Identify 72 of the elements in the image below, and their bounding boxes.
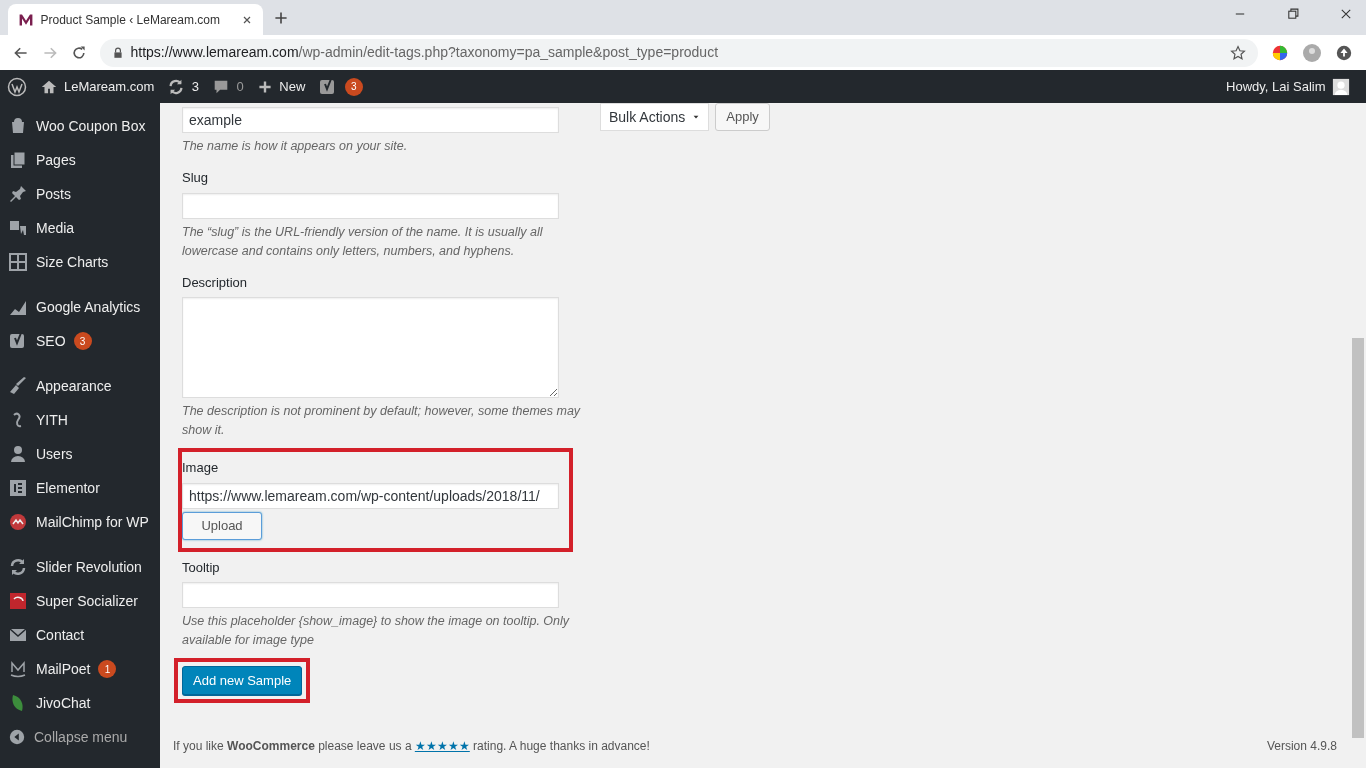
m-letter-icon [8, 659, 28, 679]
field-label: Image [182, 459, 220, 477]
help-text: Use this placeholder {show_image} to show the image on tooltip. Only available for image type [182, 613, 571, 650]
refresh-icon [8, 557, 28, 577]
footer-text: rating. A huge thanks in advance! [473, 738, 650, 755]
input-field[interactable]: https://www.lemaream.com/wp-content/uploads/2018/11/ [182, 482, 559, 509]
field-label: Description [182, 273, 249, 292]
e-letter-icon [8, 478, 28, 498]
avatar-icon[interactable] [1332, 77, 1350, 96]
plus-icon[interactable] [256, 78, 273, 95]
sidebar-item[interactable]: Google Analytics [0, 290, 160, 324]
sidebar-item[interactable]: Contact [0, 618, 160, 652]
reload-icon[interactable] [71, 44, 87, 61]
sidebar-item[interactable]: Super Socializer [0, 584, 160, 618]
sidebar-item[interactable]: Woo Coupon Box [0, 109, 160, 143]
version-text: Version 4.9.8 [1266, 738, 1337, 755]
sidebar-item[interactable]: Pages [0, 143, 160, 177]
help-text: The name is how it appears on your site. [182, 138, 409, 155]
footer-text: If you like WooCommerce please leave us a [173, 738, 412, 755]
sidebar-item[interactable]: Slider Revolution [0, 550, 160, 584]
sidebar-item[interactable]: YITH [0, 403, 160, 437]
sidebar-item[interactable]: Posts [0, 177, 160, 211]
media-icon [8, 218, 28, 238]
textarea-field[interactable] [182, 297, 559, 398]
input-field[interactable] [182, 192, 559, 219]
comment-count[interactable]: 0 [236, 76, 244, 97]
grid-icon [8, 252, 28, 272]
sidebar-item[interactable]: Users [0, 437, 160, 471]
greeting-link[interactable]: Howdy, Lai Salim [1226, 76, 1326, 97]
rating-link[interactable]: ★★★★★ [414, 737, 470, 755]
sidebar-item[interactable]: MailPoet 1 [0, 652, 160, 686]
input-field[interactable]: example [182, 107, 559, 133]
notification-badge: 3 [73, 332, 92, 350]
color-wheel-icon[interactable] [1271, 43, 1289, 62]
notification-badge: 3 [344, 77, 363, 96]
user-icon [8, 444, 28, 464]
collapse-menu-button[interactable]: Collapse menu [0, 720, 160, 754]
apply-button[interactable]: Apply [715, 103, 770, 131]
sidebar-item[interactable]: Elementor [0, 471, 160, 505]
left-triangle-circle-icon [8, 728, 26, 746]
sidebar-item[interactable]: JivoChat [0, 686, 160, 720]
sidebar-item[interactable]: Media [0, 211, 160, 245]
upload-icon[interactable] [1335, 43, 1353, 62]
help-text: The description is not prominent by default; however, some themes may show it. [182, 403, 582, 439]
upload-button[interactable]: Upload [182, 511, 262, 540]
restore-icon[interactable] [1286, 6, 1300, 21]
square-logo-icon [8, 591, 28, 611]
new-link[interactable]: New [279, 76, 306, 97]
monkey-circle-icon [8, 512, 28, 532]
add-button[interactable]: Add new Sample [182, 666, 303, 696]
field-label: Slug [182, 169, 210, 187]
star-icon[interactable] [1230, 44, 1246, 61]
bulk-actions-select[interactable]: Bulk Actions [600, 103, 709, 131]
scrollbar[interactable] [1350, 103, 1366, 768]
pages-icon [8, 150, 28, 170]
notification-badge: 1 [98, 660, 117, 678]
site-link[interactable]: LeMaream.com [64, 76, 155, 97]
lock-icon [112, 46, 124, 59]
wordpress-logo-icon[interactable] [6, 76, 27, 97]
sidebar-item[interactable]: SEO 3 [0, 324, 160, 358]
sidebar-item[interactable]: MailChimp for WP [0, 505, 160, 539]
sidebar-item[interactable]: Size Charts [0, 245, 160, 279]
letter-logo-icon [18, 11, 34, 28]
sidebar-item[interactable]: Appearance [0, 369, 160, 403]
caret-icon [691, 113, 700, 121]
help-text: The “slug” is the URL-friendly version of the name. It is usually all lowercase and contains only letters, numbers, and hyphens. [182, 223, 544, 260]
pin-icon [8, 184, 28, 204]
update-count[interactable]: 3 [191, 76, 200, 97]
plus-icon[interactable] [273, 10, 289, 26]
input-field[interactable] [182, 582, 559, 609]
brush-icon [8, 376, 28, 396]
field-label: Tooltip [182, 558, 221, 577]
